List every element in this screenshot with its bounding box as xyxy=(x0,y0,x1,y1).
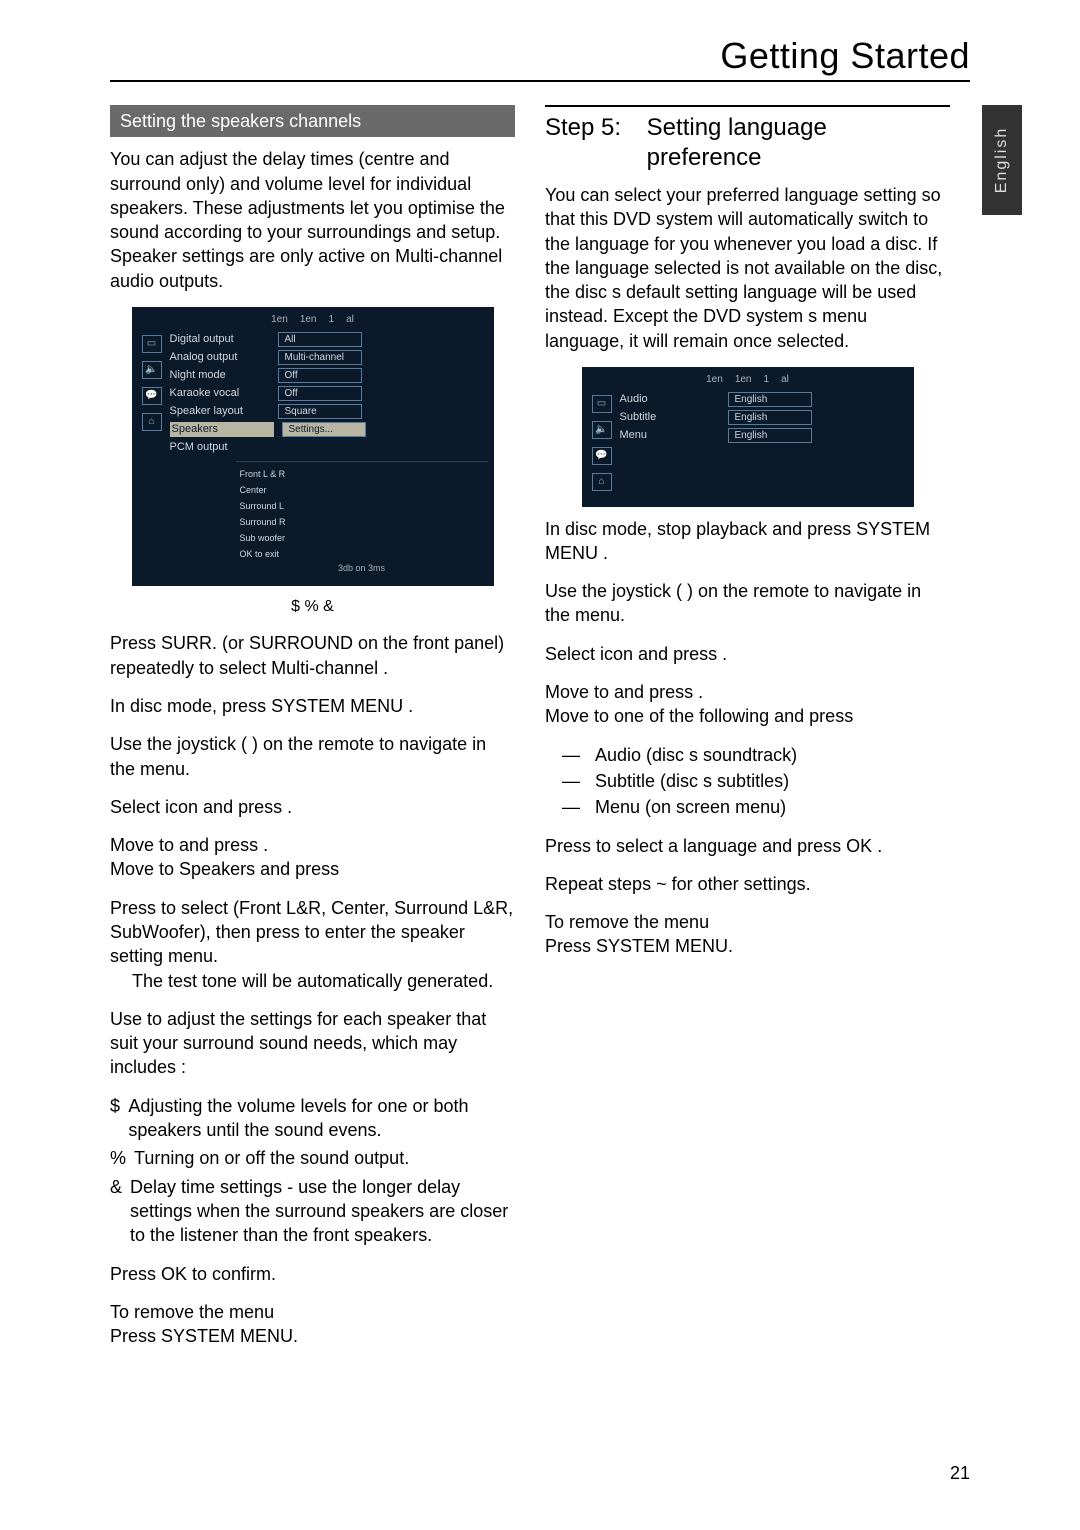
callout-amp: &Delay time settings - use the longer de… xyxy=(110,1175,515,1248)
r-step-3: Select icon and press . xyxy=(545,642,950,666)
home-icon: ⌂ xyxy=(592,473,612,491)
osd-nested-speaker-panel: Front L & R Center Surround L Surround R… xyxy=(236,461,488,574)
step-7: Use to adjust the settings for each spea… xyxy=(110,1007,515,1080)
home-icon: ⌂ xyxy=(142,413,162,431)
title-rule xyxy=(110,80,970,82)
r-step-4: Move to and press . Move to one of the f… xyxy=(545,680,950,729)
osd-menu-list-right: AudioEnglish SubtitleEnglish MenuEnglish xyxy=(616,391,908,495)
step5-heading: Step 5: Setting language preference xyxy=(545,105,950,173)
speaker-icon: 🔈 xyxy=(592,421,612,439)
language-tab-label: English xyxy=(993,127,1011,193)
step-6: Press to select (Front L&R, Center, Surr… xyxy=(110,896,515,993)
step-8: Press OK to confirm. xyxy=(110,1262,515,1286)
screen-icon: ▭ xyxy=(142,335,162,353)
language-tab: English xyxy=(982,105,1022,215)
osd-language-settings: 1en 1en 1 al ▭ 🔈 💬 ⌂ AudioEnglish Subtit… xyxy=(582,367,914,507)
osd-menu-list: Digital outputAll Analog outputMulti-cha… xyxy=(166,331,488,574)
subtitle-icon: 💬 xyxy=(592,447,612,465)
callout-markers: $ % & xyxy=(110,596,515,618)
page-number: 21 xyxy=(950,1463,970,1484)
intro-left: You can adjust the delay times (centre a… xyxy=(110,147,515,293)
osd-side-icons-right: ▭ 🔈 💬 ⌂ xyxy=(588,391,616,495)
speaker-icon: 🔈 xyxy=(142,361,162,379)
callout-percent: %Turning on or off the sound output. xyxy=(110,1146,515,1170)
step-4: Select icon and press . xyxy=(110,795,515,819)
step-9: To remove the menu Press SYSTEM MENU. xyxy=(110,1300,515,1349)
page-title: Getting Started xyxy=(720,35,970,77)
r-step-7: To remove the menu Press SYSTEM MENU. xyxy=(545,910,950,959)
osd-top-tabs-right: 1en 1en 1 al xyxy=(588,373,908,387)
option-menu: —Menu (on screen menu) xyxy=(561,795,950,819)
r-step-6: Repeat steps ~ for other settings. xyxy=(545,872,950,896)
subhead-speakers-channels: Setting the speakers channels xyxy=(110,105,515,137)
step-5: Move to and press . Move to Speakers and… xyxy=(110,833,515,882)
osd-speaker-settings: 1en 1en 1 al ▭ 🔈 💬 ⌂ Digital outputAll A… xyxy=(132,307,494,586)
r-step-1: In disc mode, stop playback and press SY… xyxy=(545,517,950,566)
osd-top-tabs: 1en 1en 1 al xyxy=(138,313,488,327)
right-column: Step 5: Setting language preference You … xyxy=(545,105,950,973)
intro-right: You can select your preferred language s… xyxy=(545,183,950,353)
step-3: Use the joystick ( ) on the remote to na… xyxy=(110,732,515,781)
step-2: In disc mode, press SYSTEM MENU . xyxy=(110,694,515,718)
left-column: Setting the speakers channels You can ad… xyxy=(110,105,515,1362)
callout-dollar: $Adjusting the volume levels for one or … xyxy=(110,1094,515,1143)
subtitle-icon: 💬 xyxy=(142,387,162,405)
r-step-5: Press to select a language and press OK … xyxy=(545,834,950,858)
step-1: Press SURR. (or SURROUND on the front pa… xyxy=(110,631,515,680)
r-step-2: Use the joystick ( ) on the remote to na… xyxy=(545,579,950,628)
screen-icon: ▭ xyxy=(592,395,612,413)
osd-side-icons: ▭ 🔈 💬 ⌂ xyxy=(138,331,166,574)
option-audio: —Audio (disc s soundtrack) xyxy=(561,743,950,767)
option-subtitle: —Subtitle (disc s subtitles) xyxy=(561,769,950,793)
